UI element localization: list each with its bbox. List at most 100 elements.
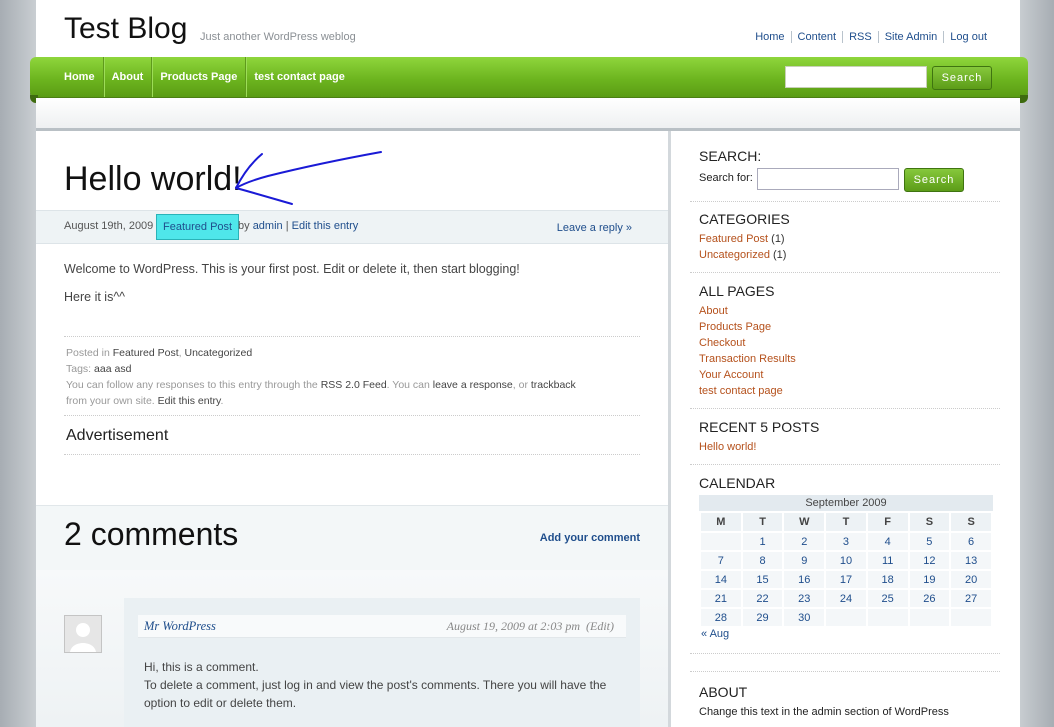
calendar-day: 3 — [826, 533, 866, 550]
calendar-week: 28 29 30 — [701, 609, 991, 626]
comment-edit-link[interactable]: (Edit) — [586, 619, 614, 633]
calendar-day: 8 — [742, 552, 783, 569]
calendar-day: 1 — [742, 533, 783, 550]
calendar-day: 5 — [909, 533, 950, 550]
sidebar-divider — [690, 272, 1000, 273]
comment-line: To delete a comment, just log in and vie… — [144, 678, 607, 710]
nav-item-products[interactable]: Products Page — [151, 57, 245, 97]
calendar-day: 16 — [784, 571, 825, 588]
calendar-day-header: M — [701, 513, 741, 531]
leave-response-link[interactable]: leave a response — [433, 379, 513, 391]
comment-line: Hi, this is a comment. — [144, 660, 259, 674]
category-link-featured[interactable]: Featured Post — [699, 233, 768, 245]
calendar-day: 2 — [784, 533, 825, 550]
calendar-day-header: S — [909, 513, 950, 531]
top-link-content[interactable]: Content — [790, 31, 843, 43]
rss-feed-link[interactable]: RSS 2.0 Feed — [321, 379, 387, 391]
page-link-products[interactable]: Products Page — [699, 321, 771, 333]
recent-post-link[interactable]: Hello world! — [699, 441, 756, 453]
nav-item-home[interactable]: Home — [56, 57, 103, 97]
calendar-day: 10 — [826, 552, 866, 569]
category-badge[interactable]: Featured Post — [156, 214, 240, 240]
calendar-day: 14 — [701, 571, 741, 588]
footer-edit-link[interactable]: Edit this entry — [158, 395, 221, 407]
author-link[interactable]: admin — [253, 220, 283, 232]
footer-cat-uncategorized[interactable]: Uncategorized — [185, 347, 253, 359]
posted-in-label: Posted in — [66, 347, 110, 359]
site-title[interactable]: Test Blog — [64, 12, 187, 46]
calendar-day — [701, 533, 741, 550]
sidebar-category: Uncategorized (1) — [699, 249, 786, 261]
top-link-site-admin[interactable]: Site Admin — [877, 31, 944, 43]
top-link-rss[interactable]: RSS — [842, 31, 878, 43]
sidebar-divider — [690, 671, 1000, 672]
byline-by: by — [238, 220, 250, 232]
top-link-logout[interactable]: Log out — [943, 31, 993, 43]
calendar-day: 21 — [701, 590, 741, 607]
sidebar-search-button[interactable]: Search — [904, 168, 964, 192]
page-link-contact[interactable]: test contact page — [699, 385, 783, 397]
category-count: (1) — [773, 249, 787, 261]
column-divider — [668, 131, 671, 727]
calendar-day-header: F — [867, 513, 908, 531]
page-link-checkout[interactable]: Checkout — [699, 337, 745, 349]
calendar-day: 18 — [867, 571, 908, 588]
footer-cat-featured[interactable]: Featured Post — [113, 347, 179, 359]
post-footer: Posted in Featured Post, Uncategorized T… — [66, 347, 576, 407]
site-tagline: Just another WordPress weblog — [200, 31, 356, 43]
top-links: Home Content RSS Site Admin Log out — [749, 31, 993, 43]
page-link-about[interactable]: About — [699, 305, 728, 317]
calendar-day: 24 — [826, 590, 866, 607]
calendar-day: 26 — [909, 590, 950, 607]
calendar-prev-link[interactable]: « Aug — [701, 628, 729, 640]
tag-asd[interactable]: asd — [114, 363, 131, 375]
sidebar-category: Featured Post (1) — [699, 233, 785, 245]
calendar-day: 19 — [909, 571, 950, 588]
sidebar-search-input[interactable] — [757, 168, 899, 190]
calendar-day — [867, 609, 908, 626]
calendar-day: 4 — [867, 533, 908, 550]
calendar-day: 7 — [701, 552, 741, 569]
tag-aaa[interactable]: aaa — [94, 363, 112, 375]
category-link-uncategorized[interactable]: Uncategorized — [699, 249, 770, 261]
from-site-text: from your own site. — [66, 395, 155, 407]
calendar-week: 14 15 16 17 18 19 20 — [701, 571, 991, 588]
add-comment-link[interactable]: Add your comment — [540, 532, 640, 544]
follow-text: You can follow any responses to this ent… — [66, 379, 318, 391]
calendar-day-header: T — [742, 513, 783, 531]
or-text: , or — [512, 379, 528, 391]
calendar-week: 7 8 9 10 11 12 13 — [701, 552, 991, 569]
nav-item-contact[interactable]: test contact page — [245, 57, 352, 97]
nav-search-button[interactable]: Search — [932, 66, 992, 90]
calendar-week: 21 22 23 24 25 26 27 — [701, 590, 991, 607]
page-link-your-account[interactable]: Your Account — [699, 369, 763, 381]
post-paragraph: Here it is^^ — [64, 290, 126, 304]
main-nav: Home About Products Page test contact pa… — [56, 57, 353, 97]
edit-entry-link[interactable]: Edit this entry — [292, 220, 359, 232]
trackback-link[interactable]: trackback — [531, 379, 576, 391]
calendar-title: CALENDAR — [699, 475, 776, 491]
calendar-week: 123456 — [701, 533, 991, 550]
post-meta-bar: August 19th, 2009 Featured Post by admin… — [36, 210, 668, 244]
calendar-day-header: T — [826, 513, 866, 531]
all-pages-title: ALL PAGES — [699, 283, 775, 299]
calendar-caption: September 2009 — [699, 495, 993, 511]
calendar-day-header: S — [951, 513, 991, 531]
calendar-day: 22 — [742, 590, 783, 607]
post-title[interactable]: Hello world! — [64, 160, 242, 199]
avatar-user-icon — [65, 616, 101, 652]
nav-item-about[interactable]: About — [102, 57, 152, 97]
sidebar-search-title: SEARCH: — [699, 148, 762, 164]
leave-reply-link[interactable]: Leave a reply » — [557, 222, 632, 234]
comment-date: August 19, 2009 at 2:03 pm (Edit) — [447, 619, 614, 634]
about-title: ABOUT — [699, 684, 748, 700]
top-link-home[interactable]: Home — [749, 31, 790, 43]
calendar-day-header: W — [784, 513, 825, 531]
calendar-day: 23 — [784, 590, 825, 607]
page-link-transaction-results[interactable]: Transaction Results — [699, 353, 796, 365]
advertisement-heading: Advertisement — [66, 427, 169, 444]
comment-author-link[interactable]: Mr WordPress — [144, 619, 216, 634]
calendar-day: 27 — [951, 590, 991, 607]
sub-header-bar — [36, 98, 1020, 131]
nav-search-input[interactable] — [785, 66, 927, 88]
